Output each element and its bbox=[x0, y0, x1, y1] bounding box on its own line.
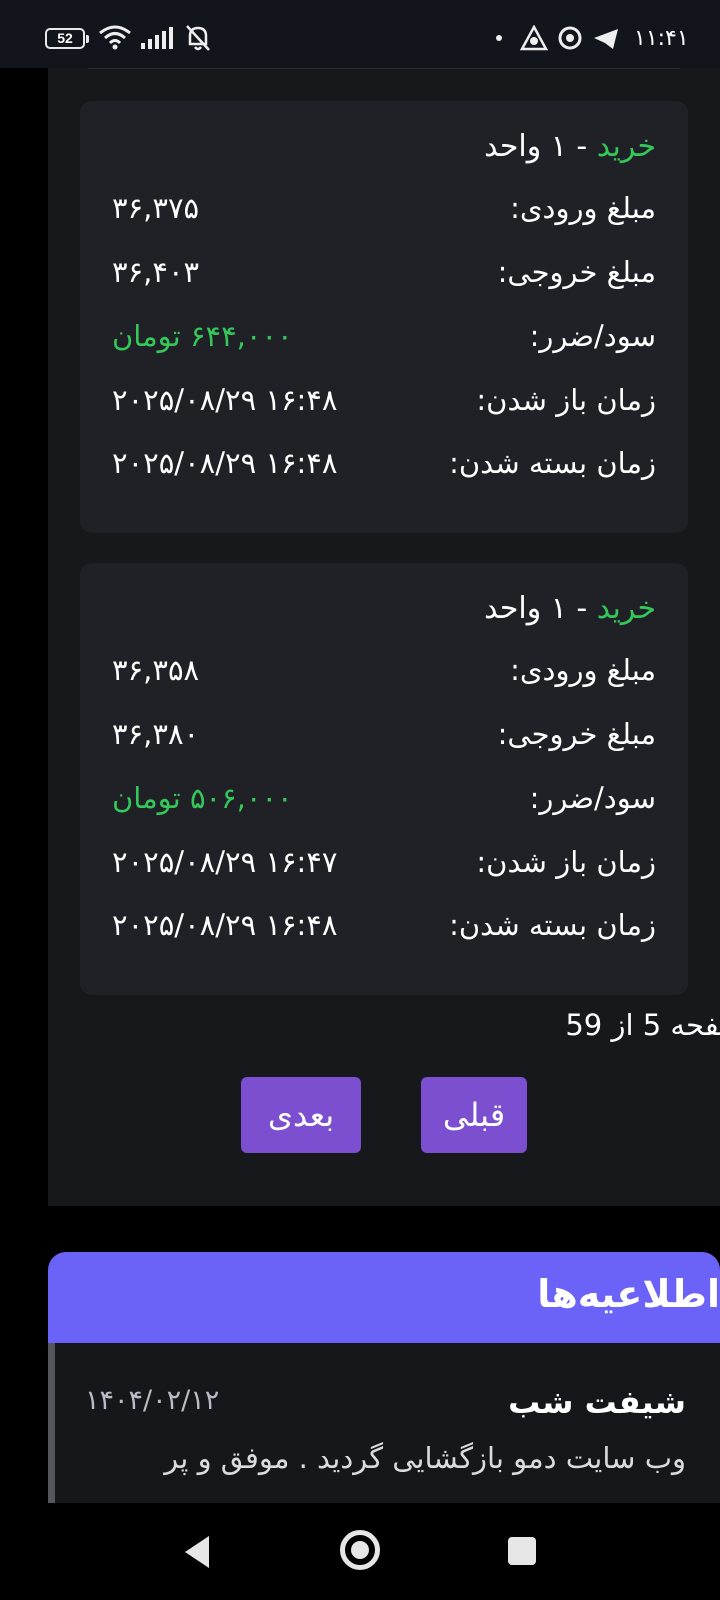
trade-direction: خرید bbox=[596, 591, 656, 626]
trade-card-title: خرید - ۱ واحد bbox=[484, 591, 656, 626]
announcement-item[interactable]: شیفت شب ۱۴۰۴/۰۲/۱۲ وب سایت دمو بازگشایی … bbox=[48, 1343, 720, 1503]
back-icon[interactable] bbox=[183, 1534, 211, 1570]
open-time-value: ۲۰۲۵/۰۸/۲۹ ۱۶:۴۷ bbox=[112, 845, 338, 879]
trade-card: خرید - ۱ واحد مبلغ ورودی: ۳۶,۳۵۸ مبلغ خر… bbox=[80, 563, 688, 995]
exit-price-value: ۳۶,۴۰۳ bbox=[112, 255, 200, 289]
entry-price-value: ۳۶,۳۵۸ bbox=[112, 653, 200, 687]
exit-price-value: ۳۶,۳۸۰ bbox=[112, 717, 200, 751]
trade-units: - ۱ واحد bbox=[484, 591, 597, 626]
entry-price-label: مبلغ ورودی: bbox=[510, 653, 656, 687]
announcements-title: اطلاعیه‌ها bbox=[537, 1272, 720, 1316]
open-time-value: ۲۰۲۵/۰۸/۲۹ ۱۶:۴۸ bbox=[112, 383, 338, 417]
open-time-label: زمان باز شدن: bbox=[476, 383, 656, 417]
close-time-label: زمان بسته شدن: bbox=[449, 908, 656, 942]
signal-icon bbox=[141, 27, 173, 49]
pnl-label: سود/ضرر: bbox=[529, 319, 656, 353]
entry-price-value: ۳۶,۳۷۵ bbox=[112, 191, 200, 225]
exit-price-label: مبلغ خروجی: bbox=[497, 717, 656, 751]
pnl-label: سود/ضرر: bbox=[529, 781, 656, 815]
page-indicator: صفحه 5 از 59 bbox=[565, 1008, 720, 1042]
trade-units: - ۱ واحد bbox=[484, 129, 597, 164]
home-icon[interactable] bbox=[340, 1530, 380, 1570]
exit-price-label: مبلغ خروجی: bbox=[497, 255, 656, 289]
trade-history-panel: خرید - ۱ واحد مبلغ ورودی: ۳۶,۳۷۵ مبلغ خر… bbox=[48, 68, 720, 1206]
telegram-icon bbox=[594, 29, 618, 49]
divider bbox=[88, 68, 680, 69]
dot-icon bbox=[496, 35, 502, 41]
trade-direction: خرید bbox=[596, 129, 656, 164]
navigation-bar bbox=[0, 1504, 720, 1600]
trade-card: خرید - ۱ واحد مبلغ ورودی: ۳۶,۳۷۵ مبلغ خر… bbox=[80, 101, 688, 533]
pnl-value: ۶۴۴,۰۰۰ تومان bbox=[112, 319, 293, 353]
announcement-date: ۱۴۰۴/۰۲/۱۲ bbox=[85, 1385, 220, 1416]
close-time-label: زمان بسته شدن: bbox=[449, 446, 656, 480]
open-time-label: زمان باز شدن: bbox=[476, 845, 656, 879]
prev-page-button[interactable]: قبلی bbox=[421, 1077, 527, 1153]
announcements-header: اطلاعیه‌ها bbox=[48, 1252, 720, 1343]
wifi-icon bbox=[99, 25, 131, 50]
bell-off-icon bbox=[186, 25, 210, 51]
trade-card-title: خرید - ۱ واحد bbox=[484, 129, 656, 164]
app-icon bbox=[520, 25, 548, 51]
chrome-icon bbox=[558, 26, 582, 50]
pnl-value: ۵۰۶,۰۰۰ تومان bbox=[112, 781, 293, 815]
close-time-value: ۲۰۲۵/۰۸/۲۹ ۱۶:۴۸ bbox=[112, 446, 338, 480]
announcement-text: وب سایت دمو بازگشایی گردید . موفق و پر bbox=[164, 1441, 686, 1475]
close-time-value: ۲۰۲۵/۰۸/۲۹ ۱۶:۴۸ bbox=[112, 908, 338, 942]
announcement-title: شیفت شب bbox=[508, 1383, 686, 1421]
battery-icon: 52 bbox=[45, 28, 89, 49]
entry-price-label: مبلغ ورودی: bbox=[510, 191, 656, 225]
recent-apps-icon[interactable] bbox=[508, 1537, 536, 1565]
next-page-button[interactable]: بعدی bbox=[241, 1077, 361, 1153]
announcements-section: اطلاعیه‌ها شیفت شب ۱۴۰۴/۰۲/۱۲ وب سایت دم… bbox=[48, 1252, 720, 1503]
clock: ۱۱:۴۱ bbox=[634, 26, 689, 51]
status-bar: 52 ۱۱:۴۱ bbox=[0, 0, 720, 68]
